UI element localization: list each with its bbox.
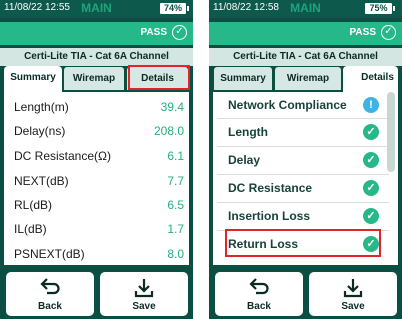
back-arrow-icon xyxy=(40,278,60,295)
list-item: IL(dB) 1.7 xyxy=(4,218,189,242)
measurement-label: Length(m) xyxy=(14,100,69,114)
list-item: Length(m) 39.4 xyxy=(4,96,189,120)
measurement-label: DC Resistance(Ω) xyxy=(14,149,111,163)
check-icon: ✓ xyxy=(363,124,379,140)
result-item-label: Network Compliance xyxy=(228,98,347,112)
measurement-label: RL(dB) xyxy=(14,198,53,212)
tab-wiremap[interactable]: Wiremap xyxy=(274,66,342,91)
check-circle-icon: ✓ xyxy=(381,25,396,40)
measurement-value: 7.7 xyxy=(167,174,184,188)
tab-details[interactable]: Details xyxy=(343,66,398,93)
result-item-label: DC Resistance xyxy=(228,181,313,195)
battery-icon: 75% xyxy=(365,3,392,14)
result-item-label: Insertion Loss xyxy=(228,209,311,223)
list-item: Delay(ns) 208.0 xyxy=(4,120,189,144)
test-title: Certi-Lite TIA - Cat 6A Channel xyxy=(209,48,402,66)
download-icon xyxy=(134,279,154,298)
result-item-label: Delay xyxy=(228,153,261,167)
test-title: Certi-Lite TIA - Cat 6A Channel xyxy=(0,48,193,66)
measurement-value: 39.4 xyxy=(160,100,184,114)
save-button[interactable]: Save xyxy=(100,272,188,316)
list-item: DC Resistance(Ω) 6.1 xyxy=(4,145,189,169)
list-item[interactable]: Length ✓ xyxy=(217,119,389,145)
status-bar: 11/08/22 12:58 MAIN 75% xyxy=(209,0,402,18)
tab-label: Summary xyxy=(220,73,266,84)
status-bar: 11/08/22 12:55 MAIN 74% xyxy=(0,0,193,18)
list-item: RL(dB) 6.5 xyxy=(4,194,189,218)
check-icon: ✓ xyxy=(363,180,379,196)
save-button[interactable]: Save xyxy=(309,272,397,316)
measurement-value: 6.5 xyxy=(167,198,184,212)
back-button[interactable]: Back xyxy=(215,272,303,316)
tab-summary[interactable]: Summary xyxy=(4,66,62,93)
tab-wiremap[interactable]: Wiremap xyxy=(63,66,125,91)
back-button-label: Back xyxy=(38,301,62,312)
battery-tip xyxy=(393,6,395,11)
check-circle-icon: ✓ xyxy=(172,25,187,40)
tab-bar: Summary Wiremap Details xyxy=(209,66,402,93)
measurement-label: IL(dB) xyxy=(14,222,47,236)
save-button-label: Save xyxy=(341,301,365,312)
check-icon: ✓ xyxy=(363,208,379,224)
tab-label: Wiremap xyxy=(72,73,116,84)
left-screen: 11/08/22 12:55 MAIN 74% PASS ✓ Certi-Lit… xyxy=(0,0,193,319)
result-label: PASS xyxy=(140,27,168,38)
measurement-value: 8.0 xyxy=(167,247,184,261)
tab-label: Summary xyxy=(10,72,56,83)
battery-tip xyxy=(187,6,189,11)
return-loss-highlight xyxy=(225,229,381,257)
download-icon xyxy=(343,279,363,298)
list-item: NEXT(dB) 7.7 xyxy=(4,170,189,194)
list-item[interactable]: Network Compliance ! xyxy=(217,92,389,118)
measurement-label: Delay(ns) xyxy=(14,124,66,138)
list-item[interactable]: Delay ✓ xyxy=(217,147,389,173)
right-screen: 11/08/22 12:58 MAIN 75% PASS ✓ Certi-Lit… xyxy=(209,0,402,319)
details-tab-highlight xyxy=(128,65,190,90)
save-button-label: Save xyxy=(132,301,156,312)
measurement-value: 1.7 xyxy=(167,222,184,236)
tab-summary[interactable]: Summary xyxy=(213,66,273,91)
tab-label: Details xyxy=(361,72,394,83)
result-label: PASS xyxy=(349,27,377,38)
check-icon: ✓ xyxy=(363,152,379,168)
info-icon: ! xyxy=(363,97,379,113)
measurement-label: NEXT(dB) xyxy=(14,174,69,188)
scrollbar[interactable] xyxy=(387,92,395,172)
result-banner: PASS ✓ xyxy=(209,22,402,45)
measurement-value: 6.1 xyxy=(167,149,184,163)
tab-label: Wiremap xyxy=(286,73,330,84)
measurement-value: 208.0 xyxy=(153,124,184,138)
back-arrow-icon xyxy=(249,278,269,295)
result-item-label: Length xyxy=(228,125,268,139)
list-item[interactable]: Insertion Loss ✓ xyxy=(217,203,389,229)
list-item: PSNEXT(dB) 8.0 xyxy=(4,243,189,267)
measurement-label: PSNEXT(dB) xyxy=(14,247,85,261)
back-button-label: Back xyxy=(247,301,271,312)
back-button[interactable]: Back xyxy=(6,272,94,316)
summary-panel: Length(m) 39.4 Delay(ns) 208.0 DC Resist… xyxy=(4,92,189,265)
result-banner: PASS ✓ xyxy=(0,22,193,45)
list-item[interactable]: DC Resistance ✓ xyxy=(217,175,389,201)
battery-icon: 74% xyxy=(160,3,186,14)
